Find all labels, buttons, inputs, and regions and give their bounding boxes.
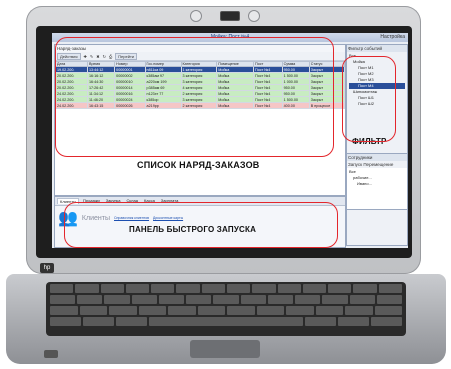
hp-logo (40, 263, 54, 273)
quick-highlight (64, 202, 338, 248)
lid-button (248, 10, 260, 22)
front-led (44, 350, 58, 358)
lid-button (190, 10, 202, 22)
touchpad (190, 340, 260, 358)
tree-item[interactable]: Ивано... (349, 181, 405, 187)
orders-highlight (55, 37, 334, 157)
webcam (220, 11, 240, 21)
staff-tree: Все рабочие... Ивано... (347, 168, 407, 188)
staff-title: Сотрудники (347, 154, 407, 161)
staff-filter[interactable]: Запуск Перемещение (347, 161, 407, 168)
filter-highlight (342, 56, 396, 142)
filter-title: Фильтр событий (347, 45, 407, 52)
orders-overlay-label: СПИСОК НАРЯД-ЗАКАЗОВ (137, 160, 260, 170)
staff-panel: Сотрудники Запуск Перемещение Все рабочие… (346, 153, 408, 210)
settings-button[interactable]: Настройка (380, 33, 405, 42)
keyboard (46, 282, 406, 336)
